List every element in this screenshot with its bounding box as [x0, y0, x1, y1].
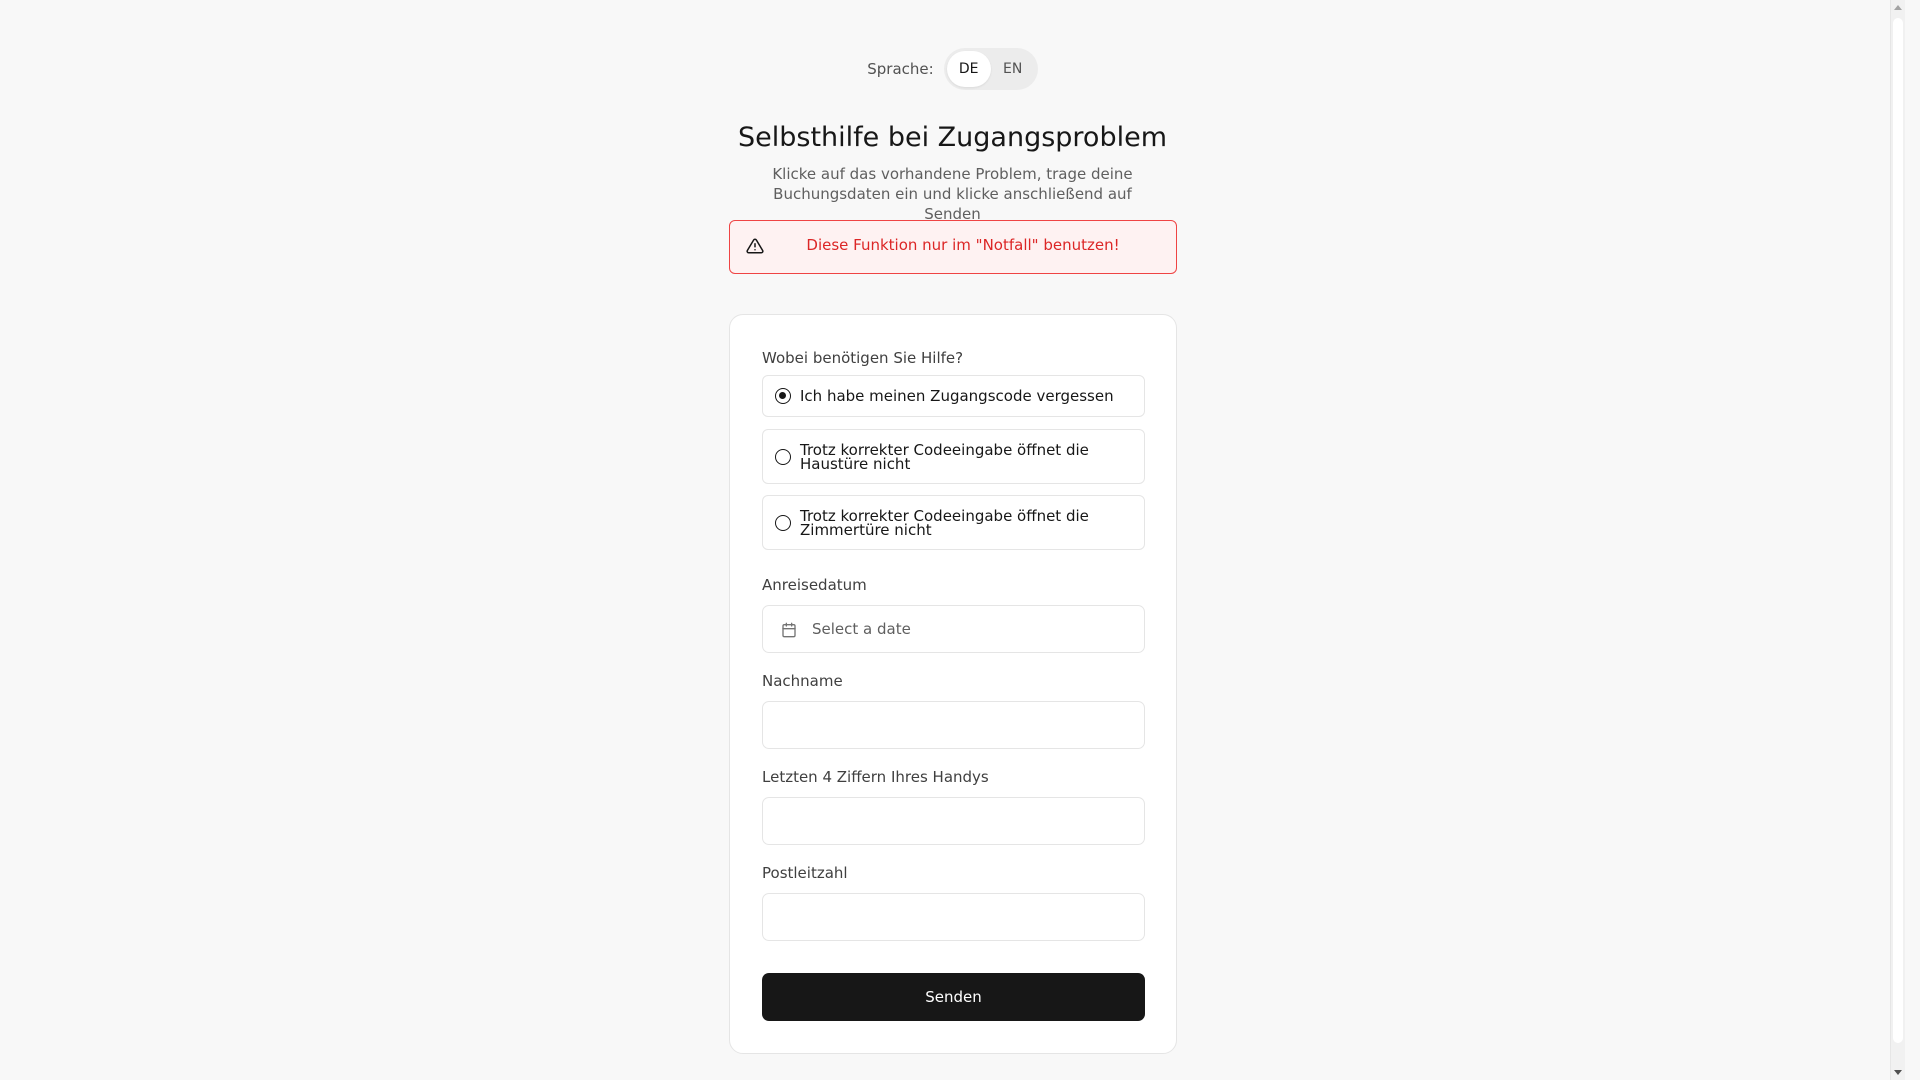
scroll-thumb[interactable] [1893, 18, 1903, 1043]
arrival-date-placeholder: Select a date [812, 620, 911, 638]
phone-digits-label: Letzten 4 Ziffern Ihres Handys [762, 768, 989, 786]
arrival-date-label: Anreisedatum [762, 576, 867, 594]
page-subtitle: Klicke auf das vorhandene Problem, trage… [772, 165, 1133, 223]
option-forgot-code[interactable]: Ich habe meinen Zugangscode vergessen [762, 375, 1145, 417]
page-title: Selbsthilfe bei Zugangsproblem [737, 122, 1168, 153]
emergency-alert: Diese Funktion nur im "Notfall" benutzen… [729, 220, 1177, 274]
arrival-date-picker[interactable]: Select a date [762, 605, 1145, 653]
option-front-door-label: Trotz korrekter Codeeingabe öffnet die H… [800, 440, 1089, 473]
language-de-button[interactable]: DE [946, 51, 991, 87]
vertical-scrollbar[interactable] [1890, 0, 1905, 1080]
scroll-up-arrow-icon[interactable] [1894, 5, 1902, 10]
postal-code-label: Postleitzahl [762, 864, 848, 882]
postal-code-input[interactable] [762, 893, 1145, 941]
submit-button[interactable]: Senden [762, 973, 1145, 1021]
language-en-button[interactable]: EN [991, 51, 1035, 87]
language-selector: Sprache: DE EN [0, 48, 1905, 90]
phone-digits-input[interactable] [762, 797, 1145, 845]
last-name-input[interactable] [762, 701, 1145, 749]
warning-triangle-icon [746, 238, 764, 254]
scroll-down-arrow-icon[interactable] [1894, 1070, 1902, 1075]
radio-forgot-code[interactable] [775, 388, 791, 404]
question-label: Wobei benötigen Sie Hilfe? [762, 349, 964, 367]
option-room-door[interactable]: Trotz korrekter Codeeingabe öffnet die Z… [762, 495, 1145, 550]
option-front-door[interactable]: Trotz korrekter Codeeingabe öffnet die H… [762, 429, 1145, 484]
alert-text: Diese Funktion nur im "Notfall" benutzen… [806, 236, 1120, 254]
calendar-icon [782, 622, 796, 638]
option-room-door-label: Trotz korrekter Codeeingabe öffnet die Z… [800, 506, 1089, 539]
help-form-card: Wobei benötigen Sie Hilfe? Ich habe mein… [729, 314, 1177, 1054]
language-label: Sprache: [867, 60, 934, 78]
radio-room-door[interactable] [775, 514, 791, 531]
radio-front-door[interactable] [775, 448, 791, 465]
page: Sprache: DE EN Selbsthilfe bei Zugangspr… [0, 0, 1905, 1080]
language-toggle: DE EN [943, 48, 1038, 90]
last-name-label: Nachname [762, 672, 843, 690]
option-forgot-code-label: Ich habe meinen Zugangscode vergessen [800, 387, 1114, 405]
